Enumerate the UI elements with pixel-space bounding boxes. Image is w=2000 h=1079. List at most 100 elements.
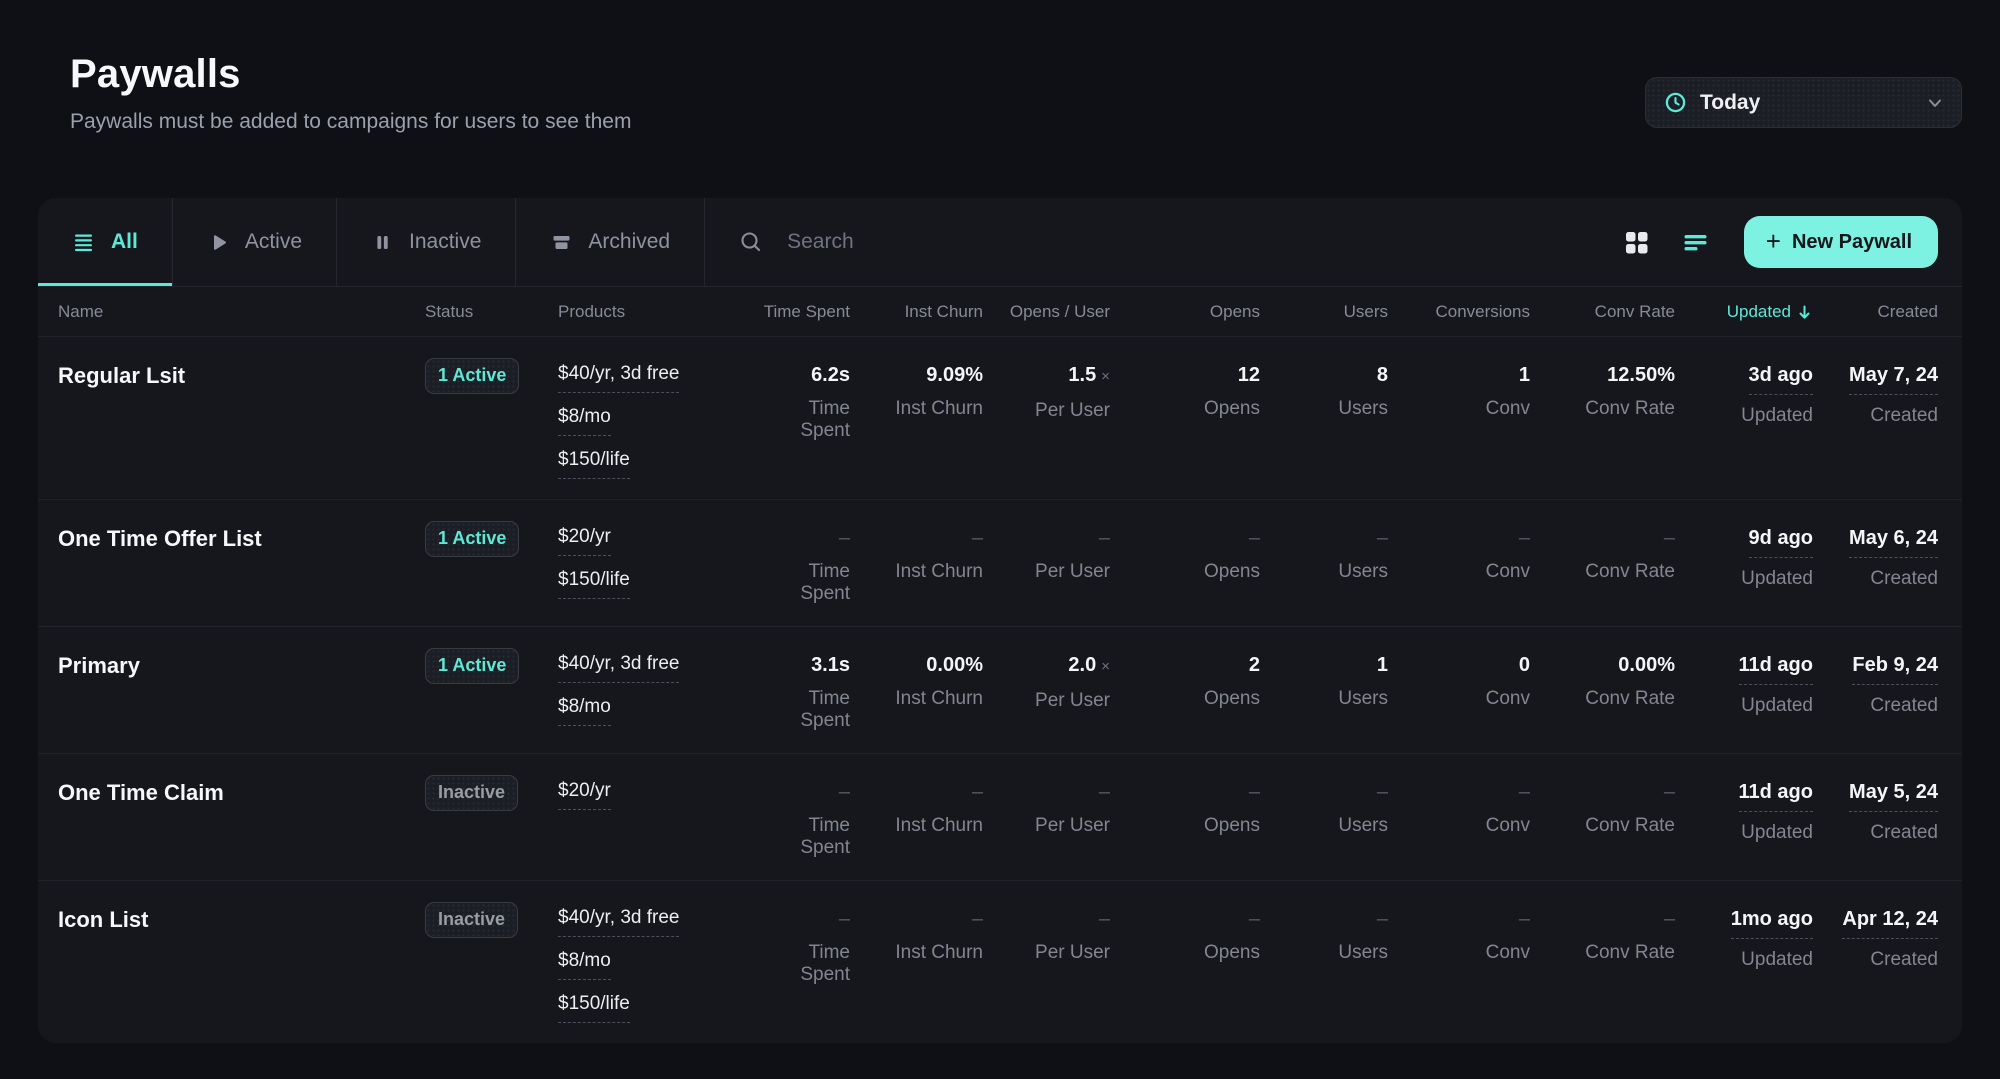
tab-inactive[interactable]: Inactive [337,198,516,286]
metric-cell: 0Conv [1388,652,1530,710]
updated-value[interactable]: 9d ago [1749,525,1813,558]
column-header-name[interactable]: Name [58,302,425,322]
updated-value[interactable]: 11d ago [1739,652,1813,685]
column-header-inst-churn[interactable]: Inst Churn [850,302,983,322]
tab-archived[interactable]: Archived [516,198,705,286]
metric-label: Conv [1388,942,1530,964]
column-header-products[interactable]: Products [558,302,760,322]
toolbar: All Active InactiveArchived + New Paywall [38,198,1962,287]
column-header-users[interactable]: Users [1260,302,1388,322]
table-row[interactable]: One Time Offer List1 Active $20/yr $150/li… [38,499,1962,626]
column-header-updated[interactable]: Updated [1675,302,1813,322]
created-cell: Apr 12, 24Created [1813,906,1938,971]
metric-value: – [1110,906,1260,932]
tab-label: Active [245,230,302,254]
status-badge: 1 Active [425,521,519,557]
created-value[interactable]: May 5, 24 [1849,779,1938,812]
metric-cell: – Opens [1110,906,1260,964]
metric-value: – [1530,779,1675,805]
table-row[interactable]: Regular Lsit1 Active $40/yr, 3d free $8/mo… [38,336,1962,499]
metric-cell: –Conv Rate [1530,906,1675,964]
metric-label: Users [1260,815,1388,837]
metric-label: Conv Rate [1530,688,1675,710]
column-header-created[interactable]: Created [1813,302,1938,322]
metric-cell: 2.0×Per User [983,652,1110,712]
metric-label: Time Spent [760,398,850,442]
updated-label: Updated [1675,949,1813,971]
created-value[interactable]: Apr 12, 24 [1842,906,1938,939]
archive-icon [550,231,573,254]
product-price[interactable]: $8/mo [558,695,760,726]
paywall-name[interactable]: Primary [58,652,425,680]
search-box[interactable] [705,198,1618,286]
product-price[interactable]: $8/mo [558,405,760,436]
updated-value[interactable]: 1mo ago [1731,906,1813,939]
paywall-name[interactable]: One Time Claim [58,779,425,807]
metric-label: Inst Churn [850,398,983,420]
metric-value: – [1260,779,1388,805]
metric-cell: 6.2sTime Spent [760,362,850,442]
product-price[interactable]: $8/mo [558,949,760,980]
page-title: Paywalls [70,52,631,97]
metric-cell: 1Conv [1388,362,1530,420]
product-price[interactable]: $20/yr [558,525,760,556]
table-row[interactable]: One Time ClaimInactive$20/yr–Time Spent–… [38,753,1962,880]
product-price[interactable]: $20/yr [558,779,760,810]
metric-label: Time Spent [760,561,850,605]
product-price[interactable]: $150/life [558,448,760,479]
column-header-conv-rate[interactable]: Conv Rate [1530,302,1675,322]
metric-value: – [1110,525,1260,551]
metric-value: – [760,906,850,932]
column-header-opens[interactable]: Opens [1110,302,1260,322]
metric-label: Opens [1110,942,1260,964]
product-price[interactable]: $40/yr, 3d free [558,362,760,393]
period-label: Today [1700,91,1760,115]
metric-cell: 0.00%Inst Churn [850,652,983,710]
status-cell: Inactive [425,906,558,938]
column-header-time-spent[interactable]: Time Spent [760,302,850,322]
status-badge: 1 Active [425,358,519,394]
metric-value: – [1388,525,1530,551]
tab-all[interactable]: All [38,198,173,286]
metric-cell: – Conv [1388,525,1530,583]
metric-cell: 3.1sTime Spent [760,652,850,732]
product-price[interactable]: $150/life [558,992,760,1023]
metric-label: Conv [1388,815,1530,837]
updated-cell: 9d agoUpdated [1675,525,1813,590]
metric-cell: –Inst Churn [850,779,983,837]
metric-value: 12.50% [1530,362,1675,388]
metric-label: Conv [1388,561,1530,583]
created-value[interactable]: Feb 9, 24 [1852,652,1938,685]
metric-cell: – Conv Rate [1530,779,1675,837]
created-value[interactable]: May 6, 24 [1849,525,1938,558]
new-paywall-button[interactable]: + New Paywall [1744,216,1938,268]
rows-view-button[interactable] [1677,224,1714,261]
metric-value: – [1110,779,1260,805]
product-price[interactable]: $40/yr, 3d free [558,906,760,937]
paywall-name[interactable]: Regular Lsit [58,362,425,390]
column-header-conversions[interactable]: Conversions [1388,302,1530,322]
table-row[interactable]: Icon ListInactive$40/yr, 3d free $8/mo $15… [38,880,1962,1043]
metric-label: Time Spent [760,815,850,859]
product-price[interactable]: $40/yr, 3d free [558,652,760,683]
paywall-name[interactable]: One Time Offer List [58,525,425,553]
metric-cell: –Time Spent [760,525,850,605]
product-price[interactable]: $150/life [558,568,760,599]
grid-view-button[interactable] [1618,224,1655,261]
status-cell: Inactive [425,779,558,811]
table-row[interactable]: Primary1 Active$40/yr, 3d free$8/mo3.1sT… [38,626,1962,753]
updated-value[interactable]: 11d ago [1739,779,1813,812]
created-value[interactable]: May 7, 24 [1849,362,1938,395]
paywall-name[interactable]: Icon List [58,906,425,934]
search-input[interactable] [787,230,1618,254]
period-selector[interactable]: Today [1645,77,1962,128]
tab-active[interactable]: Active [173,198,337,286]
column-header-status[interactable]: Status [425,302,558,322]
updated-label: Updated [1675,695,1813,717]
metric-label: Conv Rate [1530,815,1675,837]
metric-cell: 1.5×Per User [983,362,1110,422]
metric-cell: –Per User [983,525,1110,583]
updated-value[interactable]: 3d ago [1749,362,1813,395]
list-icon [72,230,96,254]
column-header-opens-per-user[interactable]: Opens / User [983,302,1110,322]
